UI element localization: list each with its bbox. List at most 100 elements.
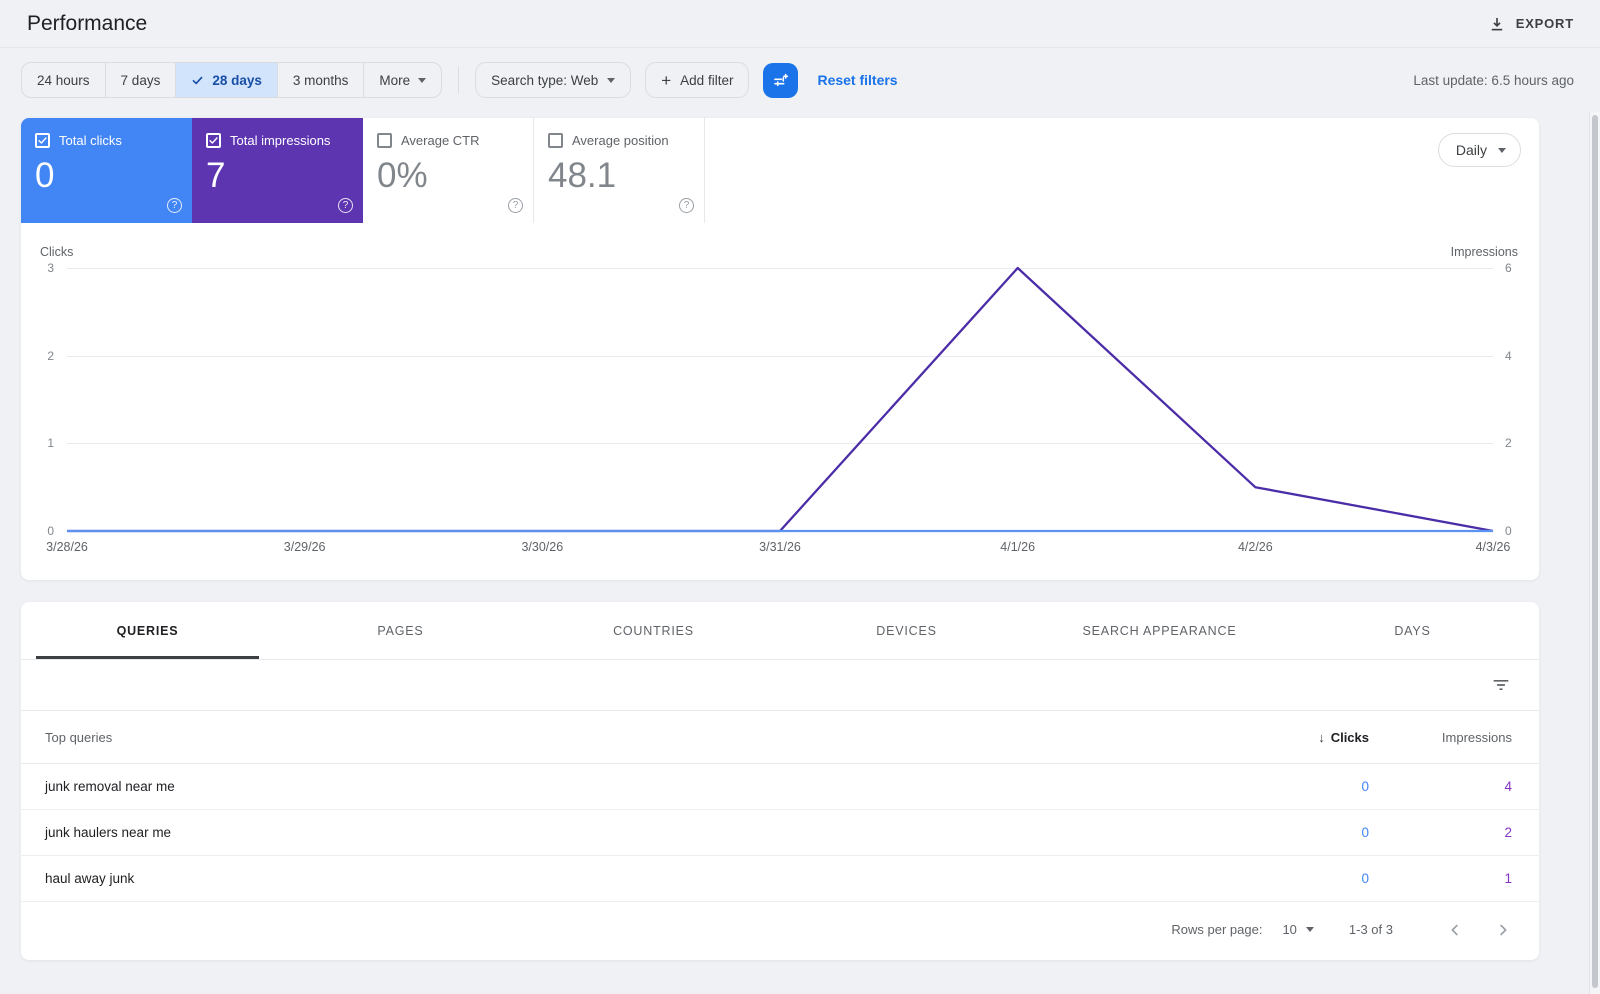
column-impressions[interactable]: Impressions (1389, 730, 1539, 745)
filter-bar: 24 hours 7 days 28 days 3 months More Search… (21, 62, 1574, 98)
date-range-more[interactable]: More (363, 63, 441, 97)
chevron-down-icon (418, 77, 427, 83)
checkbox-unchecked-icon[interactable] (377, 133, 392, 148)
checkbox-unchecked-icon[interactable] (548, 133, 563, 148)
chart-lines (67, 266, 1494, 533)
metric-card-header: Total clicks (35, 133, 178, 148)
help-icon[interactable]: ? (338, 198, 353, 213)
search-type-label: Search type: Web (491, 72, 599, 88)
tab-label: PAGES (377, 623, 424, 638)
chevron-down-icon (1305, 927, 1314, 932)
query-cell: junk removal near me (45, 779, 175, 794)
metric-card-average-ctr[interactable]: Average CTR 0%? (363, 118, 534, 223)
tab-label: DEVICES (876, 623, 937, 638)
tab-countries[interactable]: COUNTRIES (527, 602, 780, 659)
chevron-left-icon (1451, 924, 1458, 935)
date-range-7-days[interactable]: 7 days (104, 63, 176, 97)
last-update-text: Last update: 6.5 hours ago (1413, 72, 1574, 88)
metric-card-header: Total impressions (206, 133, 349, 148)
performance-chart: Clicks Impressions 3 6 2 4 1 2 0 0 3/28/26 3/29/2… (21, 223, 1539, 580)
date-range-28-days[interactable]: 28 days (175, 63, 277, 97)
help-icon[interactable]: ? (508, 198, 523, 213)
tab-label: COUNTRIES (613, 623, 694, 638)
clicks-cell[interactable]: 0 (1239, 825, 1389, 840)
metric-value: 0% (377, 156, 428, 195)
metric-value: 48.1 (548, 156, 617, 195)
granularity-dropdown[interactable]: Daily (1437, 133, 1521, 167)
impressions-cell[interactable]: 1 (1389, 871, 1539, 886)
impressions-cell[interactable]: 4 (1389, 779, 1539, 794)
chart-card: Total clicks 0? Total impressions 7? Average… (21, 118, 1539, 580)
help-icon[interactable]: ? (167, 198, 182, 213)
next-page-button[interactable] (1491, 918, 1515, 942)
metric-card-average-position[interactable]: Average position 48.1? (534, 118, 705, 223)
check-icon (209, 137, 218, 144)
pagination-range: 1-3 of 3 (1348, 922, 1393, 937)
check-icon (192, 76, 203, 84)
table-row[interactable]: haul away junk 0 1 (21, 856, 1539, 902)
top-bar: Performance EXPORT (0, 0, 1600, 48)
tab-label: DAYS (1394, 623, 1431, 638)
search-type-dropdown[interactable]: Search type: Web (475, 62, 632, 98)
impressions-line (67, 266, 1494, 533)
add-filter-label: Add filter (680, 72, 734, 88)
scrollbar-thumb[interactable] (1592, 115, 1598, 988)
checkbox-checked-icon[interactable] (206, 133, 221, 148)
tune-icon (774, 73, 789, 86)
dimensions-table-card: QUERIES PAGES COUNTRIES DEVICES SEARCH APPEA… (21, 602, 1539, 960)
impressions-cell[interactable]: 2 (1389, 825, 1539, 840)
granularity-label: Daily (1455, 142, 1487, 158)
tab-queries[interactable]: QUERIES (21, 602, 274, 659)
column-top-queries[interactable]: Top queries (21, 730, 1239, 745)
metric-card-total-clicks[interactable]: Total clicks 0? (21, 118, 192, 223)
column-clicks[interactable]: ↓ Clicks (1239, 730, 1389, 745)
help-icon[interactable]: ? (679, 198, 694, 213)
metric-card-header: Average position (548, 133, 690, 148)
metric-cards-row: Total clicks 0? Total impressions 7? Average… (21, 118, 1539, 223)
query-cell: haul away junk (45, 871, 135, 886)
date-range-label: 7 days (120, 72, 161, 88)
filter-tune-button[interactable] (763, 62, 799, 98)
metric-label: Average position (572, 133, 669, 148)
vertical-scrollbar[interactable] (1589, 112, 1600, 994)
previous-page-button[interactable] (1443, 918, 1467, 942)
checkbox-checked-icon[interactable] (35, 133, 50, 148)
tab-devices[interactable]: DEVICES (780, 602, 1033, 659)
page-title: Performance (27, 11, 148, 35)
chevron-right-icon (1500, 924, 1507, 935)
export-button[interactable]: EXPORT (1488, 15, 1574, 33)
reset-filters-link[interactable]: Reset filters (817, 72, 897, 88)
chevron-down-icon (607, 77, 616, 83)
add-filter-button[interactable]: + Add filter (645, 62, 750, 98)
performance-page: Performance EXPORT 24 hours 7 days 28 days… (0, 0, 1600, 994)
sort-descending-icon: ↓ (1318, 729, 1325, 745)
date-range-3-months[interactable]: 3 months (276, 63, 364, 97)
check-icon (38, 137, 47, 144)
more-label: More (379, 72, 411, 88)
export-label: EXPORT (1515, 16, 1574, 31)
tab-search-appearance[interactable]: SEARCH APPEARANCE (1033, 602, 1286, 659)
tab-days[interactable]: DAYS (1286, 602, 1539, 659)
clicks-cell[interactable]: 0 (1239, 779, 1389, 794)
clicks-cell[interactable]: 0 (1239, 871, 1389, 886)
table-toolbar (21, 660, 1539, 710)
table-header: Top queries ↓ Clicks Impressions (21, 710, 1539, 764)
rows-per-page-select[interactable]: 10 (1282, 922, 1314, 937)
table-body: junk removal near me 0 4 junk haulers near … (21, 764, 1539, 902)
table-row[interactable]: junk haulers near me 0 2 (21, 810, 1539, 856)
tab-label: SEARCH APPEARANCE (1082, 623, 1237, 638)
table-row[interactable]: junk removal near me 0 4 (21, 764, 1539, 810)
metric-label: Average CTR (401, 133, 480, 148)
rows-per-page-label: Rows per page: (1171, 922, 1263, 937)
table-footer: Rows per page: 10 1-3 of 3 (21, 902, 1539, 957)
date-range-24-hours[interactable]: 24 hours (22, 63, 105, 97)
date-range-group: 24 hours 7 days 28 days 3 months More (21, 62, 443, 98)
filter-list-icon[interactable] (1491, 675, 1511, 695)
plus-icon: + (661, 70, 672, 90)
filter-divider (458, 67, 460, 93)
metric-label: Total clicks (59, 133, 122, 148)
metric-card-total-impressions[interactable]: Total impressions 7? (192, 118, 363, 223)
date-range-label: 3 months (292, 72, 349, 88)
tab-pages[interactable]: PAGES (274, 602, 527, 659)
download-icon (1491, 17, 1502, 30)
